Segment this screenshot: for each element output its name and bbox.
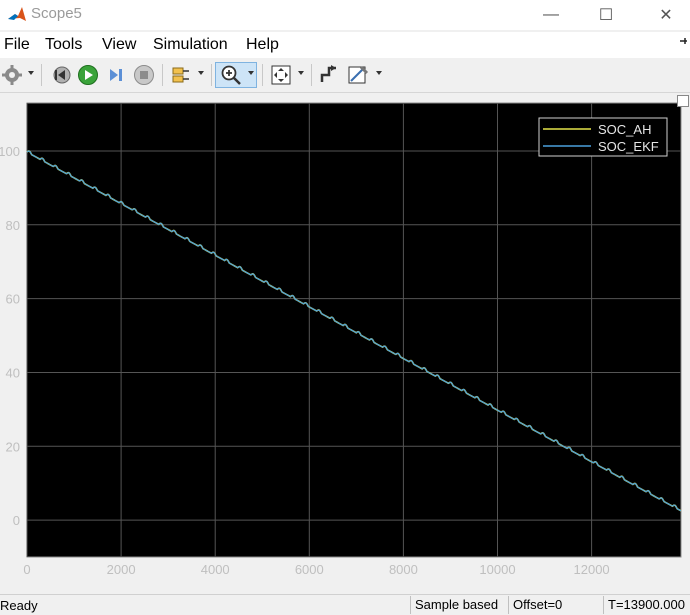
separator [162,64,163,86]
separator [41,64,42,86]
status-sample-mode: Sample based [410,596,507,614]
y-tick-label: 100 [0,144,20,159]
cursor-measurements-icon[interactable] [347,64,369,86]
step-back-icon[interactable] [51,64,71,86]
zoom-in-icon[interactable] [220,64,242,86]
measurements-dropdown[interactable] [376,71,382,75]
x-tick-label: 4000 [201,562,230,577]
menu-bar: File Tools View Simulation Help [0,32,690,58]
menu-simulation[interactable]: Simulation [153,36,228,54]
y-tick-label: 20 [6,439,20,454]
x-tick-label: 2000 [107,562,136,577]
x-tick-label: 10000 [479,562,515,577]
menu-tools[interactable]: Tools [45,36,82,54]
legend-label: SOC_EKF [598,139,659,154]
signal-selector-dropdown[interactable] [198,71,204,75]
legend-label: SOC_AH [598,122,651,137]
expand-panel-icon[interactable] [677,95,689,107]
gear-dropdown[interactable] [28,71,34,75]
dock-pin-icon[interactable] [678,36,688,46]
zoom-dropdown[interactable] [248,71,254,75]
toolbar [0,59,690,93]
triggers-icon[interactable] [319,64,339,86]
fit-dropdown[interactable] [298,71,304,75]
separator [211,64,212,86]
scope-plot[interactable]: 0 2000 4000 6000 8000 10000 12000020406080100 … [0,93,690,594]
maximize-button[interactable]: ☐ [583,0,629,30]
y-tick-label: 60 [6,292,20,307]
status-offset: Offset=0 [508,596,602,614]
scope-area: 0 2000 4000 6000 8000 10000 12000 0 20 40 60 80 100 … [0,93,690,594]
fit-to-view-icon[interactable] [270,64,292,86]
y-tick-label: 0 [13,513,20,528]
minimize-button[interactable]: — [528,0,574,30]
menu-help[interactable]: Help [246,36,279,54]
plot-background [26,102,682,558]
x-tick-label: 0 [23,562,30,577]
x-tick-label: 12000 [574,562,610,577]
step-forward-icon[interactable] [106,64,126,86]
gear-icon[interactable] [2,64,22,86]
menu-view[interactable]: View [102,36,136,54]
y-tick-label: 40 [6,365,20,380]
signal-selector-icon[interactable] [170,64,192,86]
x-tick-label: 6000 [295,562,324,577]
matlab-logo-icon [8,7,26,21]
status-bar: Ready Sample based Offset=0 T=13900.000 [0,594,690,615]
title-bar: Scope5 — ☐ ✕ [0,0,690,30]
y-tick-label: 80 [6,218,20,233]
separator [262,64,263,86]
menu-file[interactable]: File [4,36,30,54]
status-ready-text: Ready [0,598,38,613]
window-title: Scope5 [31,5,82,22]
x-tick-label: 8000 [389,562,418,577]
close-button[interactable]: ✕ [643,0,689,30]
run-icon[interactable] [77,64,99,86]
stop-icon[interactable] [133,64,155,86]
status-time: T=13900.000 [603,596,690,614]
separator [311,64,312,86]
legend[interactable]: SOC_AH SOC_EKF [538,117,668,157]
